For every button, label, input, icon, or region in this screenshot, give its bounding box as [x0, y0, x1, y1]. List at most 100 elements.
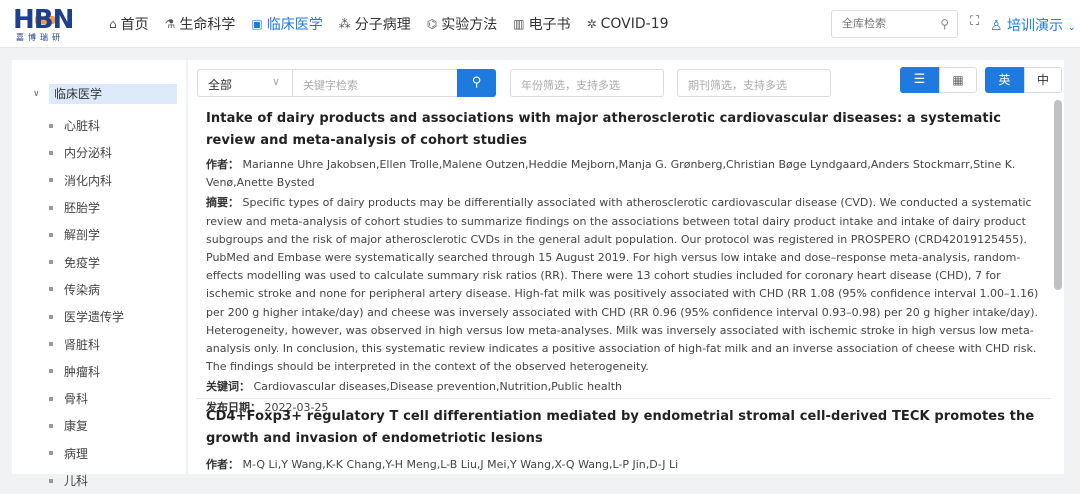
user-icon: ♙ — [990, 18, 1003, 34]
search-icon: ⚲ — [471, 75, 482, 90]
subject-sidebar: ∨ 临床医学 心脏科 内分泌科 消化内科 胚胎学 解剖学 免疫学 传染病 医学遗… — [12, 60, 186, 488]
book-icon: ▥ — [513, 17, 525, 31]
nav-label: COVID-19 — [600, 16, 669, 32]
article-abstract: 摘要： Specific types of dairy products may… — [206, 194, 1046, 376]
article-card: CD4+Foxp3+ regulatory T cell differentia… — [206, 406, 1046, 474]
nav-clinical-medicine[interactable]: ▣ 临床医学 — [251, 14, 322, 34]
list-item-label: 肿瘤科 — [64, 364, 101, 379]
logo-text: HBN — [13, 5, 74, 35]
bullet-icon — [49, 369, 53, 374]
list-item[interactable]: 医学遗传学 — [49, 303, 124, 330]
list-item[interactable]: 肾脏科 — [49, 330, 124, 357]
nav-methods[interactable]: ⌬ 实验方法 — [427, 14, 497, 34]
lang-en-button[interactable]: 英 — [985, 67, 1024, 93]
chevron-down-icon: ∨ — [271, 75, 280, 88]
list-item[interactable]: 内分泌科 — [49, 139, 124, 166]
nav-label: 首页 — [120, 17, 149, 33]
bullet-icon — [49, 451, 53, 456]
journal-filter[interactable]: 期刊筛选，支持多选 — [677, 69, 831, 97]
list-item-label: 传染病 — [64, 282, 101, 297]
main-nav: ⌂ 首页 ⚗ 生命科学 ▣ 临床医学 ⁂ 分子病理 ⌬ 实验方法 ▥ 电子书 ✲… — [109, 0, 685, 48]
article-title[interactable]: CD4+Foxp3+ regulatory T cell differentia… — [206, 406, 1046, 450]
year-filter[interactable]: 年份筛选，支持多选 — [510, 69, 664, 97]
article-authors: 作者： M-Q Li,Y Wang,K-K Chang,Y-H Meng,L-B… — [206, 456, 1046, 474]
grid-view-button[interactable]: ▦ — [939, 67, 977, 93]
article-authors: 作者： Marianne Uhre Jakobsen,Ellen Trolle,… — [206, 156, 1046, 192]
authors-value: Marianne Uhre Jakobsen,Ellen Trolle,Male… — [206, 158, 1016, 190]
nav-life-science[interactable]: ⚗ 生命科学 — [165, 14, 236, 34]
list-item[interactable]: 传染病 — [49, 276, 124, 303]
article-card: Intake of dairy products and association… — [206, 108, 1046, 417]
nav-label: 电子书 — [528, 17, 571, 33]
bullet-icon — [49, 178, 53, 183]
fullscreen-icon[interactable]: ⛶ — [970, 14, 979, 29]
bullet-icon — [49, 205, 53, 210]
type-select-value: 全部 — [208, 78, 233, 92]
tree-root[interactable]: ∨ 临床医学 — [33, 84, 177, 104]
keyword-input[interactable]: 关键字检索 — [292, 69, 458, 97]
list-item-label: 肾脏科 — [64, 337, 101, 352]
lang-zh-button[interactable]: 中 — [1024, 67, 1062, 93]
bullet-icon — [49, 260, 53, 265]
global-search[interactable]: ⚲ — [831, 10, 958, 38]
bullet-icon — [49, 314, 53, 319]
results-panel: 全部 ∨ 关键字检索 ⚲ 年份筛选，支持多选 期刊筛选，支持多选 ☰ ▦ 英 中… — [188, 60, 1064, 474]
list-item[interactable]: 儿科 — [49, 467, 124, 494]
list-item[interactable]: 解剖学 — [49, 221, 124, 248]
scrollbar-thumb[interactable] — [1054, 100, 1062, 290]
user-name: 培训演示 — [1007, 18, 1064, 34]
list-item[interactable]: 骨科 — [49, 385, 124, 412]
nav-covid[interactable]: ✲ COVID-19 — [587, 16, 669, 32]
nav-label: 分子病理 — [354, 17, 411, 33]
keywords-label: 关键词： — [206, 380, 250, 394]
caret-down-icon[interactable]: ∨ — [33, 89, 41, 99]
list-view-button[interactable]: ☰ — [900, 67, 939, 93]
clinic-icon: ▣ — [251, 17, 263, 31]
article-keywords: 关键词： Cardiovascular diseases,Disease pre… — [206, 378, 1046, 396]
bullet-icon — [49, 287, 53, 292]
list-item[interactable]: 病理 — [49, 440, 124, 467]
list-item[interactable]: 心脏科 — [49, 112, 124, 139]
abstract-label: 摘要： — [206, 196, 239, 210]
grid-icon: ▦ — [952, 73, 964, 87]
home-icon: ⌂ — [109, 17, 117, 31]
bullet-icon — [49, 123, 53, 128]
test-tube-icon: ⌬ — [426, 17, 438, 31]
article-divider — [196, 398, 1051, 399]
nav-ebooks[interactable]: ▥ 电子书 — [513, 14, 570, 34]
brand-logo[interactable]: HBN 嘉博瑞研 — [13, 6, 87, 42]
flask-icon: ⚗ — [164, 17, 176, 31]
nav-label: 生命科学 — [179, 17, 236, 33]
article-title[interactable]: Intake of dairy products and association… — [206, 108, 1046, 152]
global-search-input[interactable] — [842, 17, 932, 30]
tree-root-label[interactable]: 临床医学 — [49, 84, 177, 104]
list-item[interactable]: 肿瘤科 — [49, 358, 124, 385]
list-item-label: 医学遗传学 — [64, 310, 125, 325]
authors-value: M-Q Li,Y Wang,K-K Chang,Y-H Meng,L-B Liu… — [242, 458, 679, 471]
nav-label: 实验方法 — [441, 17, 498, 33]
list-item-label: 消化内科 — [64, 173, 113, 188]
list-item-label: 康复 — [64, 419, 89, 434]
search-icon[interactable]: ⚲ — [940, 17, 949, 31]
logo-subtitle: 嘉博瑞研 — [16, 33, 64, 42]
list-item[interactable]: 康复 — [49, 412, 124, 439]
type-select[interactable]: 全部 ∨ — [197, 69, 292, 97]
list-item-label: 胚胎学 — [64, 201, 101, 216]
bullet-icon — [49, 232, 53, 237]
list-item-label: 免疫学 — [64, 255, 101, 270]
list-item[interactable]: 消化内科 — [49, 167, 124, 194]
list-item[interactable]: 胚胎学 — [49, 194, 124, 221]
subject-list: 心脏科 内分泌科 消化内科 胚胎学 解剖学 免疫学 传染病 医学遗传学 肾脏科 … — [49, 112, 124, 494]
bullet-icon — [49, 478, 53, 483]
nav-molecular-pathology[interactable]: ⁂ 分子病理 — [339, 14, 411, 34]
list-item-label: 儿科 — [64, 474, 89, 488]
list-item-label: 解剖学 — [64, 228, 101, 243]
list-item[interactable]: 免疫学 — [49, 248, 124, 275]
top-header: HBN 嘉博瑞研 ⌂ 首页 ⚗ 生命科学 ▣ 临床医学 ⁂ 分子病理 ⌬ 实验方… — [0, 0, 1080, 48]
nav-home[interactable]: ⌂ 首页 — [109, 14, 149, 34]
keyword-search-button[interactable]: ⚲ — [457, 69, 496, 97]
user-menu[interactable]: ♙ 培训演示 ⌄ — [990, 15, 1076, 35]
list-icon: ☰ — [913, 72, 926, 87]
abstract-value: Specific types of dairy products may be … — [206, 196, 1039, 374]
bullet-icon — [49, 396, 53, 401]
